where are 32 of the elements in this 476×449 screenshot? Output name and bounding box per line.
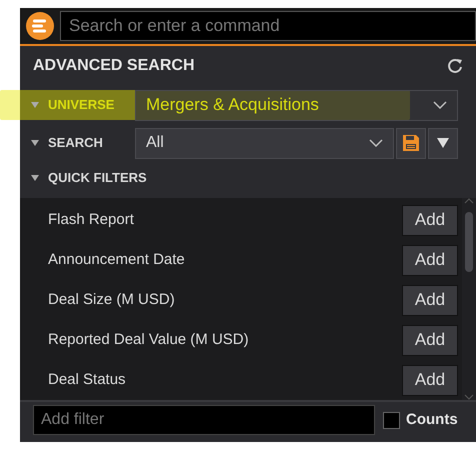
counts-checkbox[interactable] <box>383 412 400 428</box>
collapse-icon[interactable] <box>30 139 40 147</box>
command-search-field[interactable]: Search or enter a command <box>60 11 476 41</box>
filter-label: Flash Report <box>48 210 134 230</box>
options-button[interactable] <box>428 128 458 158</box>
quick-filters-label: QUICK FILTERS <box>48 169 147 188</box>
search-dropdown[interactable]: All <box>135 128 394 158</box>
chevron-down-icon <box>369 139 383 147</box>
scrollbar-thumb[interactable] <box>465 212 473 272</box>
counts-label: Counts <box>406 410 458 430</box>
refresh-icon[interactable] <box>447 58 463 74</box>
filter-label: Deal Status <box>48 370 126 390</box>
add-button[interactable]: Add <box>402 244 458 276</box>
panel-title: ADVANCED SEARCH <box>33 56 194 76</box>
caret-icon <box>437 138 449 148</box>
filter-label: Announcement Date <box>48 250 185 270</box>
save-button[interactable] <box>396 128 426 158</box>
menu-icon[interactable] <box>26 12 54 40</box>
chevron-down-icon <box>433 101 447 109</box>
add-button[interactable]: Add <box>402 324 458 356</box>
filter-label: Reported Deal Value (M USD) <box>48 330 249 350</box>
universe-label: UNIVERSE <box>48 96 116 114</box>
add-button[interactable]: Add <box>402 364 458 396</box>
save-icon <box>402 134 420 152</box>
search-label: SEARCH <box>48 134 104 152</box>
collapse-icon[interactable] <box>30 174 40 182</box>
add-button[interactable]: Add <box>402 284 458 316</box>
add-filter-field[interactable]: Add filter <box>33 405 375 435</box>
scrollbar[interactable] <box>462 198 476 400</box>
universe-dropdown[interactable]: Mergers & Acquisitions <box>135 90 458 120</box>
filter-label: Deal Size (M USD) <box>48 290 175 310</box>
add-button[interactable]: Add <box>402 204 458 236</box>
